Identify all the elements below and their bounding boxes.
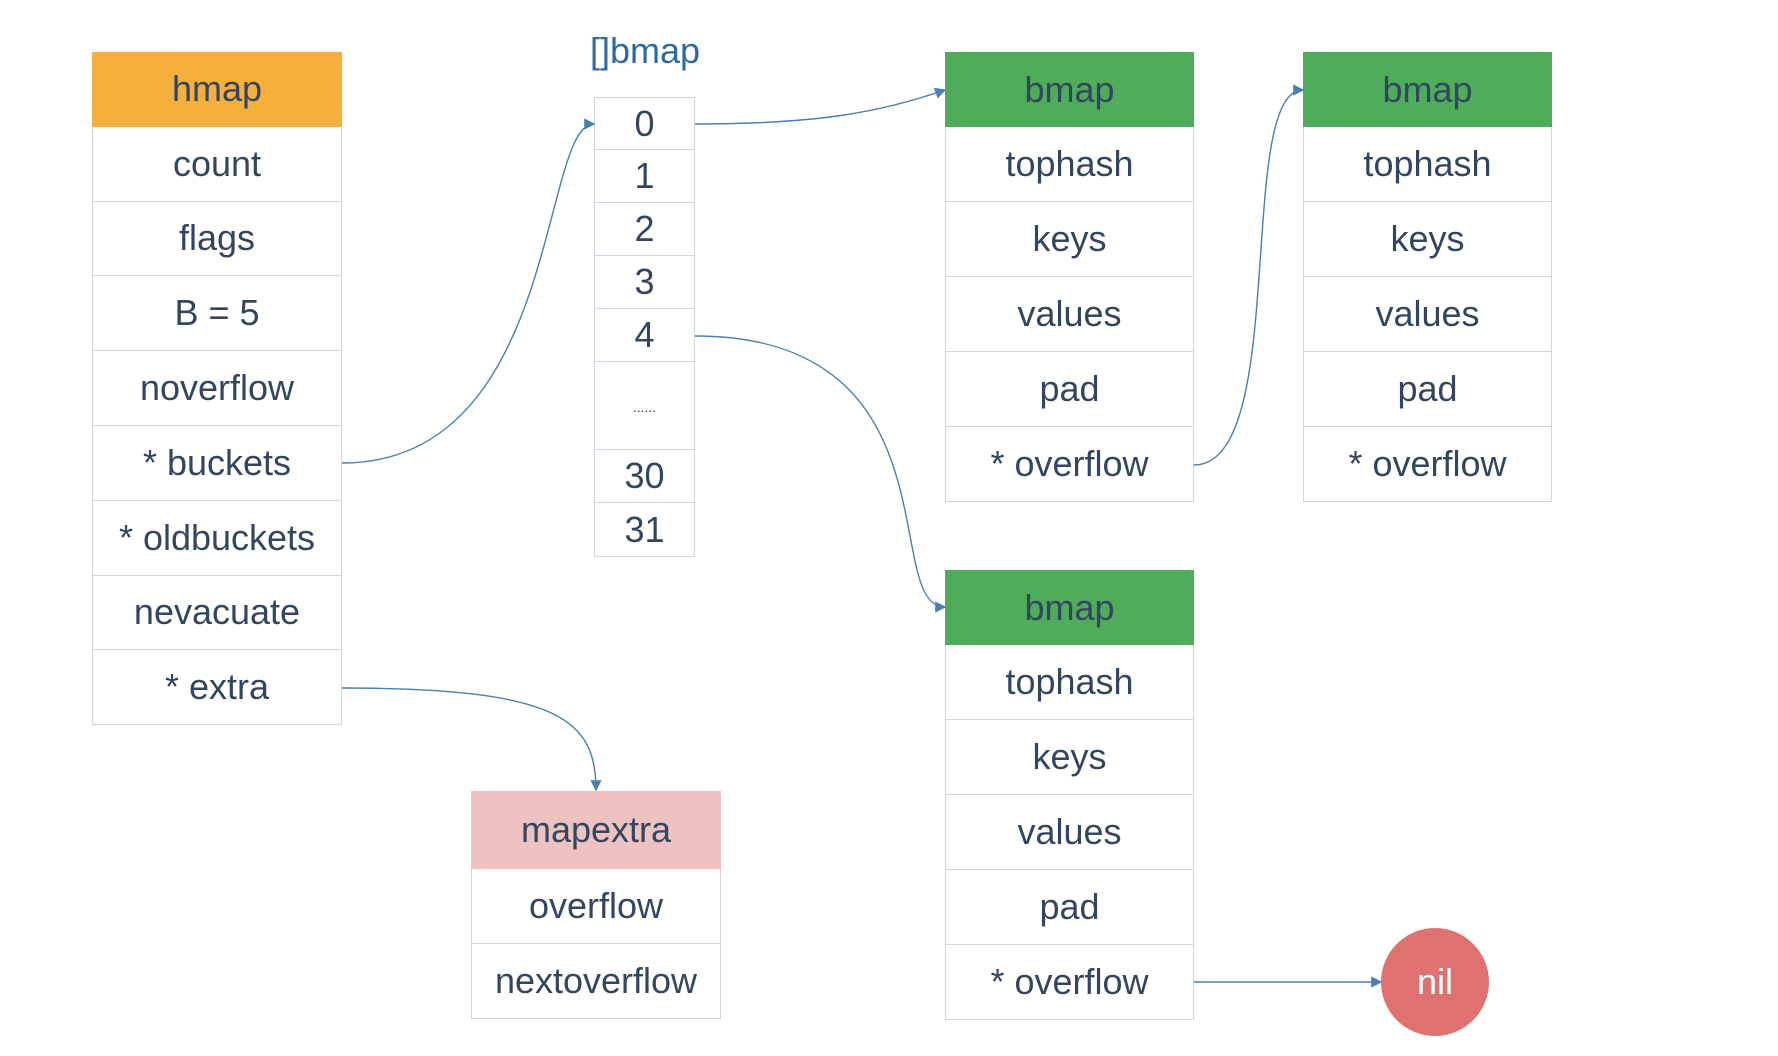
- arrow-overflow-to-bmap: [1193, 84, 1305, 466]
- arrows-layer: [341, 84, 1383, 988]
- arrow-buckets-to-array: [341, 118, 596, 464]
- arrow-array0-to-bmap: [694, 87, 947, 125]
- hmap-structure-diagram: []bmap hmap count flags B = 5 noverflow * buc…: [0, 0, 1778, 1056]
- arrow-extra-to-mapextra: [341, 687, 602, 792]
- arrow-array4-to-bmap: [694, 335, 947, 613]
